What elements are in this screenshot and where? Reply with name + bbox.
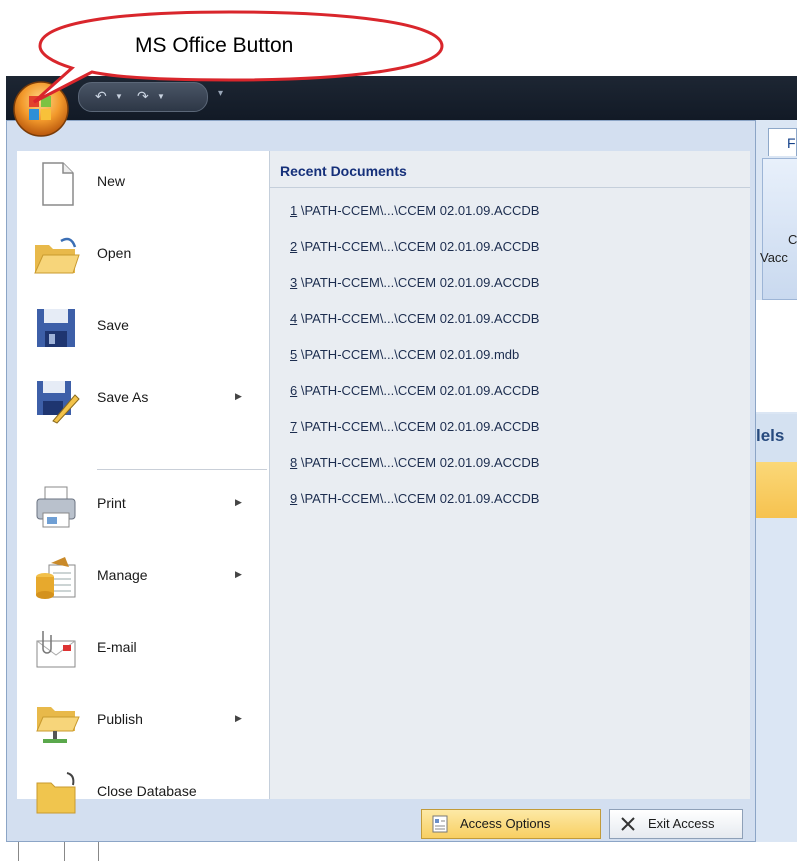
- manage-database-icon: [36, 557, 76, 599]
- submenu-arrow-icon: ▶: [235, 497, 242, 507]
- recent-document-item[interactable]: 1 \PATH-CCEM\...\CCEM 02.01.09.ACCDB: [290, 203, 539, 218]
- exit-access-button[interactable]: Exit Access: [609, 809, 743, 839]
- menu-item-label: Manage: [97, 567, 148, 583]
- background-highlight-row: [752, 462, 797, 518]
- recent-document-path: \PATH-CCEM\...\CCEM 02.01.09.ACCDB: [297, 455, 540, 470]
- access-options-button[interactable]: Access Options: [421, 809, 601, 839]
- recent-document-item[interactable]: 6 \PATH-CCEM\...\CCEM 02.01.09.ACCDB: [290, 383, 539, 398]
- callout-label: MS Office Button: [135, 34, 294, 57]
- recent-documents-header: Recent Documents: [280, 163, 407, 179]
- ribbon-text-partial: C: [788, 232, 797, 247]
- exit-access-label: Exit Access: [648, 816, 715, 831]
- menu-item-new[interactable]: New: [17, 151, 269, 219]
- close-icon: [621, 817, 635, 831]
- recent-document-item[interactable]: 7 \PATH-CCEM\...\CCEM 02.01.09.ACCDB: [290, 419, 539, 434]
- menu-item-label: Save: [97, 317, 129, 333]
- menu-item-open[interactable]: Open: [17, 223, 269, 291]
- office-menu: New Open Save Save As ▶ Print ▶ Manage ▶: [6, 120, 756, 842]
- menu-item-label: Close Database: [97, 783, 197, 799]
- recent-documents-pane: Recent Documents 1 \PATH-CCEM\...\CCEM 0…: [269, 151, 750, 799]
- menu-item-save-as[interactable]: Save As ▶: [17, 367, 269, 435]
- recent-document-item[interactable]: 3 \PATH-CCEM\...\CCEM 02.01.09.ACCDB: [290, 275, 539, 290]
- recent-document-item[interactable]: 5 \PATH-CCEM\...\CCEM 02.01.09.mdb: [290, 347, 519, 362]
- submenu-arrow-icon: ▶: [235, 713, 242, 723]
- menu-footer: Access Options Exit Access: [7, 801, 755, 841]
- floppy-disk-icon: [37, 309, 75, 347]
- access-options-label: Access Options: [460, 816, 551, 831]
- new-document-icon: [42, 162, 74, 206]
- background-bottom-strip: [0, 842, 797, 861]
- menu-item-label: Print: [97, 495, 126, 511]
- ribbon-group-partial: [762, 158, 797, 300]
- recent-document-item[interactable]: 9 \PATH-CCEM\...\CCEM 02.01.09.ACCDB: [290, 491, 539, 506]
- recent-document-item[interactable]: 4 \PATH-CCEM\...\CCEM 02.01.09.ACCDB: [290, 311, 539, 326]
- open-folder-icon: [34, 237, 80, 274]
- recent-document-path: \PATH-CCEM\...\CCEM 02.01.09.ACCDB: [297, 491, 540, 506]
- recent-document-item[interactable]: 8 \PATH-CCEM\...\CCEM 02.01.09.ACCDB: [290, 455, 539, 470]
- menu-separator: [97, 469, 267, 470]
- recent-document-path: \PATH-CCEM\...\CCEM 02.01.09.ACCDB: [297, 419, 540, 434]
- recent-documents-separator: [270, 187, 750, 188]
- menu-item-label: Open: [97, 245, 132, 261]
- recent-document-path: \PATH-CCEM\...\CCEM 02.01.09.ACCDB: [297, 275, 540, 290]
- options-icon: [432, 815, 448, 833]
- menu-item-label: Publish: [97, 711, 143, 727]
- menu-item-save[interactable]: Save: [17, 295, 269, 363]
- menu-item-manage[interactable]: Manage ▶: [17, 545, 269, 613]
- recent-document-path: \PATH-CCEM\...\CCEM 02.01.09.ACCDB: [297, 383, 540, 398]
- save-as-icon: [37, 381, 80, 424]
- ribbon-tab-label: F: [787, 135, 796, 151]
- menu-item-label: Save As: [97, 389, 149, 405]
- ribbon-tab-partial[interactable]: F: [768, 128, 797, 156]
- menu-item-print[interactable]: Print ▶: [17, 473, 269, 541]
- printer-icon: [36, 486, 76, 528]
- ribbon-text-partial-2: Vacc: [760, 250, 788, 265]
- menu-item-publish[interactable]: Publish ▶: [17, 689, 269, 757]
- menu-item-label: New: [97, 173, 126, 189]
- email-icon: [36, 631, 76, 668]
- menu-item-label: E-mail: [97, 639, 137, 655]
- submenu-arrow-icon: ▶: [235, 569, 242, 579]
- recent-document-path: \PATH-CCEM\...\CCEM 02.01.09.ACCDB: [297, 203, 540, 218]
- recent-document-item[interactable]: 2 \PATH-CCEM\...\CCEM 02.01.09.ACCDB: [290, 239, 539, 254]
- menu-commands-pane: New Open Save Save As ▶ Print ▶ Manage ▶: [17, 151, 269, 814]
- recent-document-path: \PATH-CCEM\...\CCEM 02.01.09.mdb: [297, 347, 520, 362]
- recent-document-path: \PATH-CCEM\...\CCEM 02.01.09.ACCDB: [297, 311, 540, 326]
- submenu-arrow-icon: ▶: [235, 391, 242, 401]
- background-content-area: [752, 300, 797, 412]
- publish-icon: [36, 707, 80, 743]
- recent-document-path: \PATH-CCEM\...\CCEM 02.01.09.ACCDB: [297, 239, 540, 254]
- background-section-header: lels: [752, 414, 797, 462]
- menu-item-email[interactable]: E-mail: [17, 617, 269, 685]
